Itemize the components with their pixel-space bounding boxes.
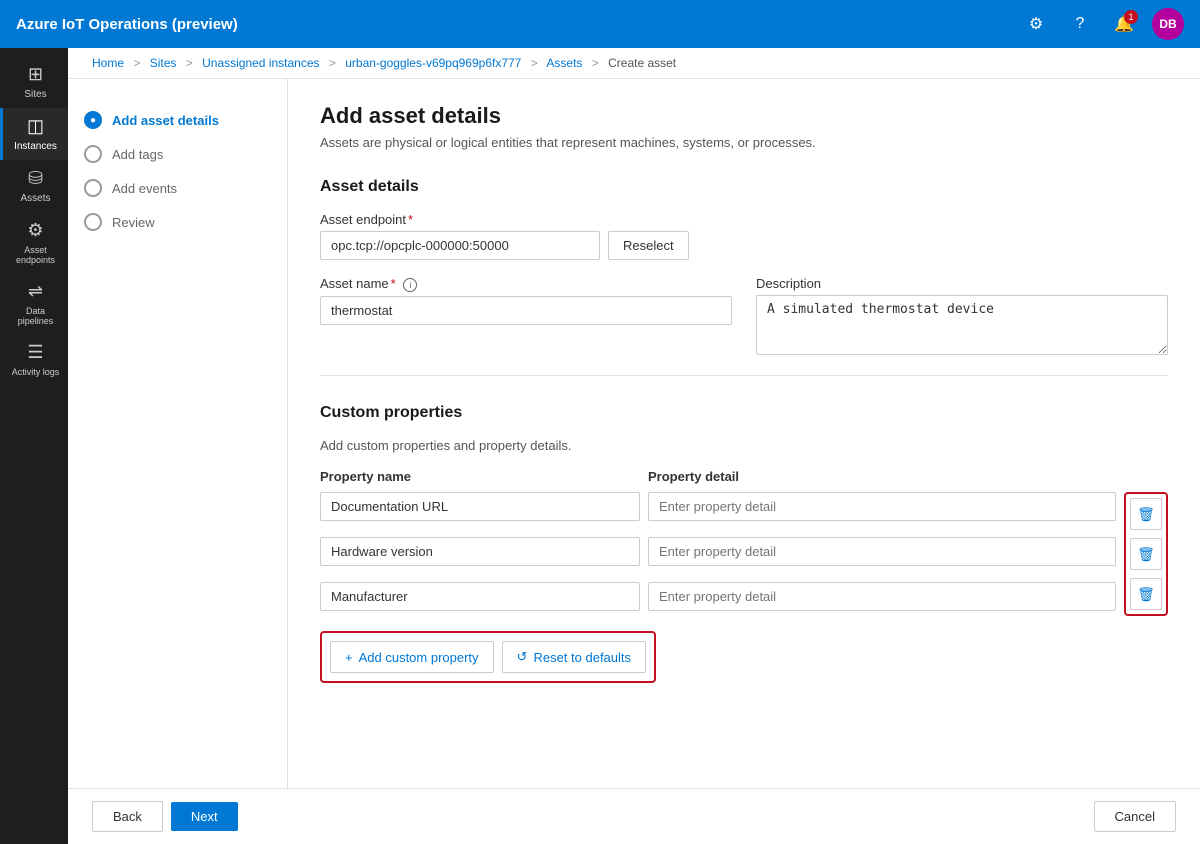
prop-name-input-3[interactable] — [320, 582, 640, 611]
sidebar-label-asset-endpoints: Asset endpoints — [7, 245, 64, 265]
breadcrumb-sep-4: > — [531, 56, 538, 70]
property-row-2 — [320, 537, 1116, 566]
activity-logs-icon: ☰ — [27, 342, 43, 363]
back-button[interactable]: Back — [92, 801, 163, 832]
custom-property-actions: + Add custom property ↺ Reset to default… — [320, 631, 656, 683]
sidebar: ⊞ Sites ◫ Instances ⛁ Assets ⚙ Asset end… — [0, 48, 68, 844]
next-button[interactable]: Next — [171, 802, 238, 831]
notifications-button[interactable]: 🔔 1 — [1108, 8, 1140, 40]
description-label: Description — [756, 276, 1168, 291]
breadcrumb: Home > Sites > Unassigned instances > ur… — [68, 48, 1200, 79]
prop-name-input-2[interactable] — [320, 537, 640, 566]
property-detail-header: Property detail — [648, 469, 1168, 484]
breadcrumb-device[interactable]: urban-goggles-v69pq969p6fx777 — [345, 56, 521, 70]
sidebar-label-assets: Assets — [20, 193, 50, 204]
prop-name-input-1[interactable] — [320, 492, 640, 521]
sidebar-item-activity-logs[interactable]: ☰ Activity logs — [0, 334, 68, 385]
sidebar-label-sites: Sites — [24, 89, 46, 100]
help-button[interactable]: ? — [1064, 8, 1096, 40]
bottom-bar: Back Next Cancel — [68, 788, 1200, 844]
breadcrumb-sep-5: > — [592, 56, 599, 70]
page-title: Add asset details — [320, 103, 1168, 129]
add-custom-property-button[interactable]: + Add custom property — [330, 641, 494, 673]
breadcrumb-sites[interactable]: Sites — [150, 56, 177, 70]
settings-button[interactable]: ⚙ — [1020, 8, 1052, 40]
sidebar-label-activity-logs: Activity logs — [12, 367, 60, 377]
prop-detail-input-3[interactable] — [648, 582, 1116, 611]
wizard-step-add-events[interactable]: Add events — [84, 171, 271, 205]
sidebar-item-data-pipelines[interactable]: ⇌ Data pipelines — [0, 273, 68, 334]
step-circle-1: ● — [84, 111, 102, 129]
reselect-button[interactable]: Reselect — [608, 231, 689, 260]
breadcrumb-assets[interactable]: Assets — [546, 56, 582, 70]
assets-icon: ⛁ — [28, 168, 43, 189]
sites-icon: ⊞ — [28, 64, 43, 85]
instances-icon: ◫ — [27, 116, 44, 137]
sidebar-item-asset-endpoints[interactable]: ⚙ Asset endpoints — [0, 212, 68, 273]
reset-to-defaults-button[interactable]: ↺ Reset to defaults — [502, 641, 646, 673]
asset-name-label: Asset name* i — [320, 276, 732, 292]
asset-endpoints-icon: ⚙ — [27, 220, 43, 241]
sidebar-item-assets[interactable]: ⛁ Assets — [0, 160, 68, 212]
step-circle-2 — [84, 145, 102, 163]
asset-details-section-title: Asset details — [320, 170, 1168, 196]
properties-list — [320, 492, 1116, 619]
property-name-header: Property name — [320, 469, 640, 484]
wizard-steps: ● Add asset details Add tags Add events … — [68, 79, 288, 788]
breadcrumb-sep-2: > — [186, 56, 193, 70]
data-pipelines-icon: ⇌ — [28, 281, 43, 302]
wizard-step-review[interactable]: Review — [84, 205, 271, 239]
page-subtitle: Assets are physical or logical entities … — [320, 135, 1168, 150]
delete-property-2[interactable]: 🗑 — [1130, 538, 1162, 570]
sidebar-label-instances: Instances — [14, 141, 57, 152]
description-input[interactable]: A simulated thermostat device — [756, 295, 1168, 355]
property-row-3 — [320, 582, 1116, 611]
asset-name-info-icon[interactable]: i — [403, 278, 417, 292]
prop-detail-input-1[interactable] — [648, 492, 1116, 521]
add-icon: + — [345, 650, 353, 665]
wizard-step-label-2: Add tags — [112, 147, 163, 162]
wizard-step-add-asset-details[interactable]: ● Add asset details — [84, 103, 271, 137]
wizard-step-label-4: Review — [112, 215, 155, 230]
step-circle-3 — [84, 179, 102, 197]
delete-property-1[interactable]: 🗑 — [1130, 498, 1162, 530]
delete-buttons-group: 🗑 🗑 🗑 — [1124, 492, 1168, 616]
app-title: Azure IoT Operations (preview) — [16, 16, 1020, 33]
delete-property-3[interactable]: 🗑 — [1130, 578, 1162, 610]
user-avatar[interactable]: DB — [1152, 8, 1184, 40]
asset-endpoint-label: Asset endpoint* — [320, 212, 1168, 227]
property-row-1 — [320, 492, 1116, 521]
form-area: Add asset details Assets are physical or… — [288, 79, 1200, 788]
reset-icon: ↺ — [517, 649, 528, 665]
wizard-step-add-tags[interactable]: Add tags — [84, 137, 271, 171]
topbar: Azure IoT Operations (preview) ⚙ ? 🔔 1 D… — [0, 0, 1200, 48]
step-circle-4 — [84, 213, 102, 231]
breadcrumb-unassigned[interactable]: Unassigned instances — [202, 56, 319, 70]
custom-props-title: Custom properties — [320, 396, 1168, 422]
sidebar-label-data-pipelines: Data pipelines — [7, 306, 64, 326]
breadcrumb-sep-1: > — [133, 56, 140, 70]
cancel-button[interactable]: Cancel — [1094, 801, 1176, 832]
prop-detail-input-2[interactable] — [648, 537, 1116, 566]
properties-header: Property name Property detail — [320, 469, 1168, 484]
wizard-step-label-3: Add events — [112, 181, 177, 196]
asset-endpoint-input[interactable] — [320, 231, 600, 260]
custom-props-subtitle: Add custom properties and property detai… — [320, 438, 1168, 453]
sidebar-item-instances[interactable]: ◫ Instances — [0, 108, 68, 160]
breadcrumb-current: Create asset — [608, 56, 676, 70]
breadcrumb-sep-3: > — [329, 56, 336, 70]
sidebar-item-sites[interactable]: ⊞ Sites — [0, 56, 68, 108]
breadcrumb-home[interactable]: Home — [92, 56, 124, 70]
wizard-step-label-1: Add asset details — [112, 113, 219, 128]
notification-badge: 1 — [1124, 10, 1138, 24]
asset-name-input[interactable] — [320, 296, 732, 325]
